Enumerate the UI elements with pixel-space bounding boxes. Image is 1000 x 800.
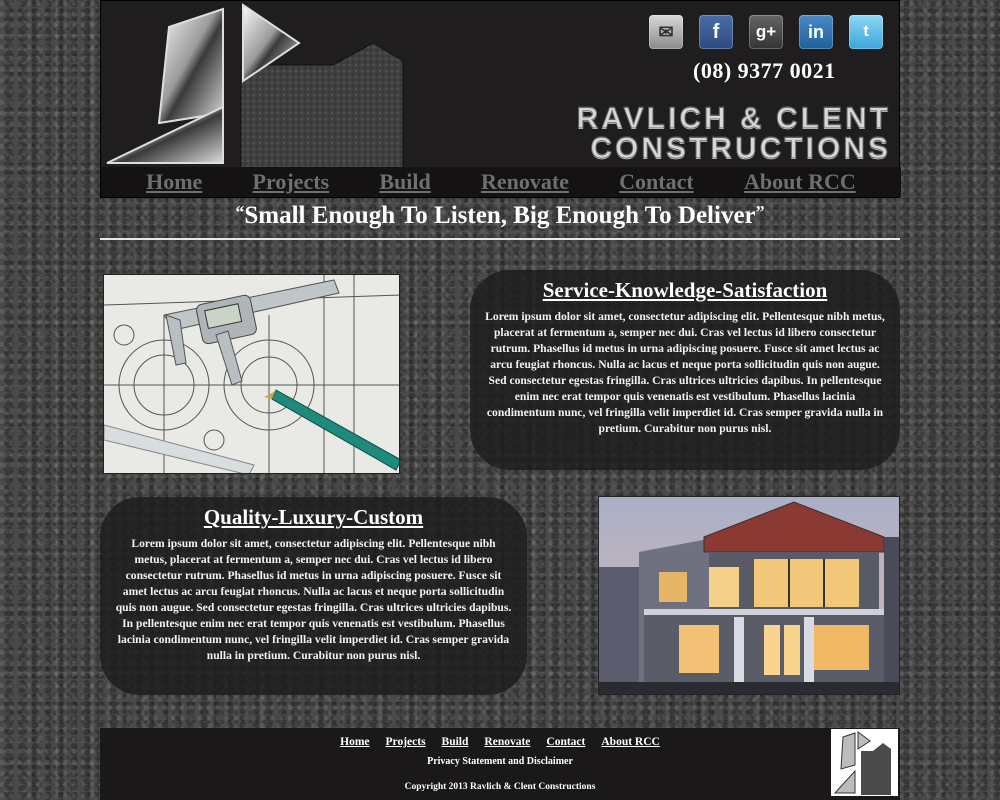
house-image (598, 496, 900, 695)
footer-logo[interactable] (831, 729, 898, 796)
footer-nav: Home Projects Build Renovate Contact Abo… (100, 732, 900, 750)
mail-icon[interactable]: ✉ (649, 15, 683, 49)
nav-renovate[interactable]: Renovate (481, 169, 569, 195)
service-heading: Service-Knowledge-Satisfaction (542, 278, 828, 302)
google-plus-icon[interactable]: g+ (749, 15, 783, 49)
social-links: ✉ f g+ in t (649, 15, 883, 49)
footer-link-home[interactable]: Home (340, 736, 369, 748)
linkedin-icon[interactable]: in (799, 15, 833, 49)
tagline-text: Small Enough To Listen, Big Enough To De… (244, 202, 756, 229)
service-panel: Service-Knowledge-Satisfaction Lorem ips… (470, 270, 900, 470)
footer-link-contact[interactable]: Contact (546, 736, 585, 748)
privacy-link[interactable]: Privacy Statement and Disclaimer (100, 756, 900, 767)
quality-heading: Quality-Luxury-Custom (203, 505, 424, 529)
nav-about[interactable]: About RCC (744, 169, 856, 195)
service-body: Lorem ipsum dolor sit amet, consectetur … (485, 310, 885, 435)
close-quote: ” (755, 202, 765, 222)
quality-body: Lorem ipsum dolor sit amet, consectetur … (115, 537, 512, 662)
footer-link-renovate[interactable]: Renovate (484, 736, 530, 748)
facebook-icon[interactable]: f (699, 15, 733, 49)
blueprint-image (103, 274, 400, 474)
footer-link-about[interactable]: About RCC (601, 736, 659, 748)
quality-panel: Quality-Luxury-Custom Lorem ipsum dolor … (100, 497, 527, 695)
nav-contact[interactable]: Contact (619, 169, 694, 195)
open-quote: “ (235, 202, 245, 222)
brand-line-1: RAVLICH & CLENT (576, 102, 891, 135)
phone-number: (08) 9377 0021 (693, 58, 836, 83)
tagline: “Small Enough To Listen, Big Enough To D… (100, 202, 900, 230)
nav-projects[interactable]: Projects (253, 169, 330, 195)
copyright-text: Copyright 2013 Ravlich & Clent Construct… (404, 782, 596, 792)
nav-home[interactable]: Home (146, 169, 202, 195)
nav-build[interactable]: Build (379, 169, 430, 195)
footer-link-build[interactable]: Build (442, 736, 469, 748)
site-footer: Home Projects Build Renovate Contact Abo… (100, 728, 900, 800)
twitter-icon[interactable]: t (849, 15, 883, 49)
brand-line-2: CONSTRUCTIONS (590, 132, 891, 165)
main-nav: Home Projects Build Renovate Contact Abo… (101, 167, 901, 197)
brand-wordmark: RAVLICH & CLENT CONSTRUCTIONS (431, 102, 891, 165)
site-header: ✉ f g+ in t (08) 9377 0021 RAVLICH & CLE… (100, 0, 901, 198)
divider (100, 238, 900, 240)
footer-link-projects[interactable]: Projects (386, 736, 426, 748)
